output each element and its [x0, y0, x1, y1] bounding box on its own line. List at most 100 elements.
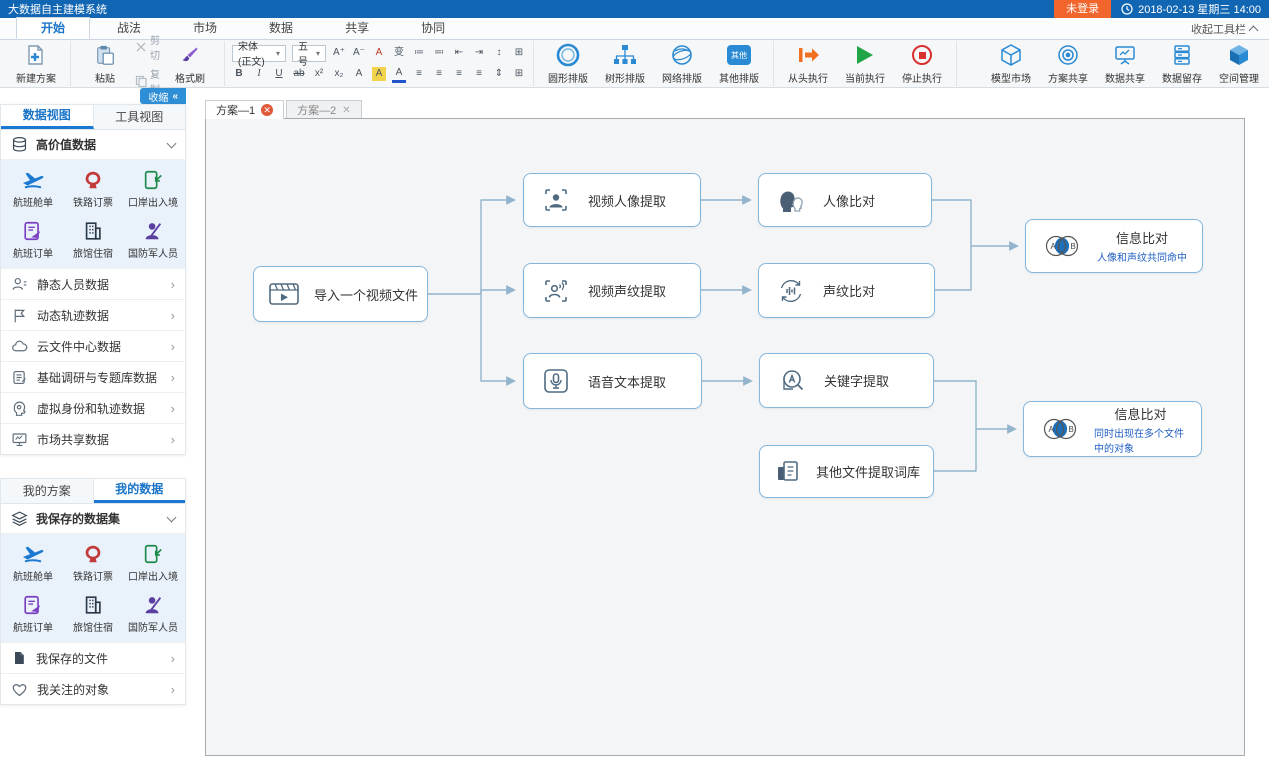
format-painter-button[interactable]: 格式刷 — [163, 42, 217, 86]
ribbon-tab-start[interactable]: 开始 — [16, 17, 90, 39]
sidebar-item-market-shared[interactable]: 市场共享数据 › — [1, 423, 185, 454]
circle-layout-label: 圆形排版 — [548, 70, 588, 85]
close-tab-icon[interactable]: ✕ — [261, 104, 273, 116]
bold-button[interactable]: B — [232, 67, 246, 81]
cut-button[interactable]: 剪切 — [135, 32, 160, 62]
ribbon-tab-share[interactable]: 共享 — [320, 17, 394, 39]
dataset-rail-ticket[interactable]: 铁路订票 — [63, 165, 123, 212]
node-import-video-file[interactable]: 导入一个视频文件 — [253, 266, 428, 322]
sidebar-item-label: 我关注的对象 — [37, 681, 162, 698]
tree-layout-button[interactable]: 树形排版 — [598, 42, 652, 86]
network-layout-button[interactable]: 网络排版 — [655, 42, 709, 86]
text-effects-button[interactable]: A — [352, 67, 366, 81]
highlight-button[interactable]: A — [372, 67, 386, 81]
dataset-border-entry[interactable]: 口岸出入境 — [123, 539, 183, 586]
tab-data-view[interactable]: 数据视图 — [1, 105, 94, 129]
ribbon-tab-collab[interactable]: 协同 — [396, 17, 470, 39]
model-market-button[interactable]: 模型市场 — [984, 42, 1038, 86]
align-right-button[interactable]: ≡ — [452, 67, 466, 81]
node-video-voiceprint-extract[interactable]: 视频声纹提取 — [523, 263, 701, 318]
login-status-badge[interactable]: 未登录 — [1054, 0, 1111, 18]
space-management-button[interactable]: 空间管理 — [1212, 42, 1266, 86]
bullet-list-button[interactable]: ≔ — [412, 46, 426, 60]
dataset-hotel-stay[interactable]: 旅馆住宿 — [63, 590, 123, 637]
shrink-font-button[interactable]: A⁻ — [352, 46, 366, 60]
italic-button[interactable]: I — [252, 67, 266, 81]
stop-run-button[interactable]: 停止执行 — [895, 42, 949, 86]
node-label: 视频人像提取 — [588, 191, 666, 210]
sidebar-collapse-button[interactable]: 收缩 — [140, 88, 186, 104]
increase-indent-button[interactable]: ⇥ — [472, 46, 486, 60]
underline-button[interactable]: U — [272, 67, 286, 81]
dataset-rail-ticket[interactable]: 铁路订票 — [63, 539, 123, 586]
new-plan-button[interactable]: 新建方案 — [9, 42, 63, 86]
dataset-flight-manifest[interactable]: 航班舱单 — [3, 539, 63, 586]
other-layout-button[interactable]: 其他 其他排版 — [712, 42, 766, 86]
other-layout-label: 其他排版 — [719, 70, 759, 85]
tab-my-plans[interactable]: 我的方案 — [1, 479, 94, 503]
align-left-button[interactable]: ≡ — [412, 67, 426, 81]
sidebar-item-followed-objects[interactable]: 我关注的对象 › — [1, 673, 185, 704]
canvas-tab-plan2[interactable]: 方案—2 ✕ — [286, 100, 362, 119]
dataset-hotel-stay[interactable]: 旅馆住宿 — [63, 216, 123, 263]
section-high-value-data[interactable]: 高价值数据 — [1, 130, 185, 160]
node-info-compare-bottom[interactable]: AB 信息比对 同时出现在多个文件中的对象 — [1023, 401, 1202, 457]
superscript-button[interactable]: x² — [312, 67, 326, 81]
number-list-button[interactable]: ≕ — [432, 46, 446, 60]
node-keyword-extract[interactable]: 关键字提取 — [759, 353, 934, 408]
node-other-files-word-library[interactable]: 其他文件提取词库 — [759, 445, 934, 498]
canvas-tab-plan1[interactable]: 方案—1 ✕ — [205, 100, 284, 119]
font-row-2: B I U ab x² x₂ A A A ≡ ≡ ≡ ≡ ⇕ ⊞ — [232, 66, 526, 83]
font-size-select[interactable]: 五号 — [292, 45, 326, 62]
sidebar-item-cloud-files[interactable]: 云文件中心数据 › — [1, 330, 185, 361]
faces-compare-icon — [773, 186, 809, 214]
data-share-button[interactable]: 数据共享 — [1098, 42, 1152, 86]
subscript-button[interactable]: x₂ — [332, 67, 346, 81]
dataset-military-personnel[interactable]: 国防军人员 — [123, 216, 183, 263]
dataset-flight-order[interactable]: 航班订单 — [3, 590, 63, 637]
decrease-indent-button[interactable]: ⇤ — [452, 46, 466, 60]
font-color-button[interactable]: A — [392, 66, 406, 83]
tab-tool-view[interactable]: 工具视图 — [94, 105, 186, 129]
run-from-start-button[interactable]: 从头执行 — [781, 42, 835, 86]
dataset-military-personnel[interactable]: 国防军人员 — [123, 590, 183, 637]
table-button[interactable]: ⊞ — [512, 46, 526, 60]
dataset-flight-order[interactable]: 航班订单 — [3, 216, 63, 263]
sidebar-item-my-files[interactable]: 我保存的文件 › — [1, 642, 185, 673]
node-speech-to-text-extract[interactable]: 语音文本提取 — [523, 353, 702, 409]
align-justify-button[interactable]: ≡ — [472, 67, 486, 81]
node-info-compare-top[interactable]: AB 信息比对 人像和声纹共同命中 — [1025, 219, 1203, 273]
sidebar-item-static-person[interactable]: 静态人员数据 › — [1, 268, 185, 299]
align-center-button[interactable]: ≡ — [432, 67, 446, 81]
sidebar-item-virtual-identity[interactable]: 虚拟身份和轨迹数据 › — [1, 392, 185, 423]
section-my-saved-datasets[interactable]: 我保存的数据集 — [1, 504, 185, 534]
case-change-button[interactable]: 变 — [392, 46, 406, 60]
node-voiceprint-compare[interactable]: 声纹比对 — [758, 263, 935, 318]
clear-format-button[interactable]: A — [372, 46, 386, 60]
data-retention-button[interactable]: 数据留存 — [1155, 42, 1209, 86]
collapse-toolbar-button[interactable]: 收起工具栏 — [1191, 21, 1257, 37]
node-face-compare[interactable]: 人像比对 — [758, 173, 932, 227]
circle-layout-icon — [555, 42, 581, 68]
close-tab-icon[interactable]: ✕ — [342, 105, 350, 116]
line-spacing-button[interactable]: ↕ — [492, 46, 506, 60]
sidebar-item-trajectory[interactable]: 动态轨迹数据 › — [1, 299, 185, 330]
tab-my-data[interactable]: 我的数据 — [94, 479, 186, 503]
paste-button[interactable]: 粘贴 — [78, 42, 132, 86]
ribbon-tab-market[interactable]: 市场 — [168, 17, 242, 39]
borders-button[interactable]: ⊞ — [512, 67, 526, 81]
grow-font-button[interactable]: A⁺ — [332, 46, 346, 60]
ribbon-tab-data[interactable]: 数据 — [244, 17, 318, 39]
flow-canvas[interactable]: 导入一个视频文件 视频人像提取 人像比对 AB 信息比对 人像和声纹共同命中 视… — [205, 118, 1245, 756]
strikethrough-button[interactable]: ab — [292, 67, 306, 81]
node-video-face-extract[interactable]: 视频人像提取 — [523, 173, 701, 227]
plan-share-button[interactable]: 方案共享 — [1041, 42, 1095, 86]
circle-layout-button[interactable]: 圆形排版 — [541, 42, 595, 86]
sidebar-item-research-library[interactable]: 基础调研与专题库数据 › — [1, 361, 185, 392]
paragraph-spacing-button[interactable]: ⇕ — [492, 67, 506, 81]
font-family-select[interactable]: 宋体 (正文) — [232, 45, 286, 62]
dataset-border-entry[interactable]: 口岸出入境 — [123, 165, 183, 212]
chevron-right-icon: › — [171, 339, 175, 354]
run-current-button[interactable]: 当前执行 — [838, 42, 892, 86]
dataset-flight-manifest[interactable]: 航班舱单 — [3, 165, 63, 212]
